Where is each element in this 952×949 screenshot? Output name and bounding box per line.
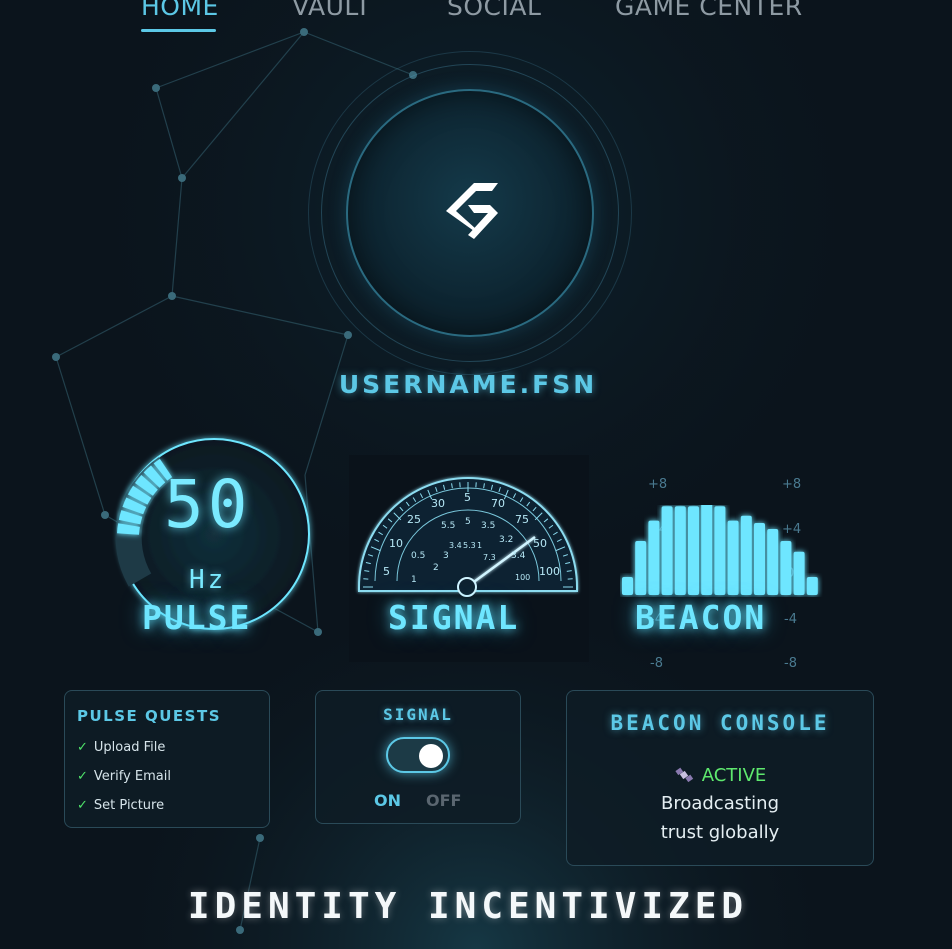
beacon-bar <box>793 551 805 595</box>
signal-toggle-panel: SIGNAL ON OFF <box>315 690 521 824</box>
top-nav: HOME VAULT SOCIAL GAME CENTER <box>0 0 952 36</box>
satellite-icon <box>675 767 693 783</box>
username: USERNAME.FSN <box>338 370 598 399</box>
signal-tick-label: 30 <box>431 497 445 510</box>
signal-scale: 5 1 10 25 30 5 70 75 50 100 2 0.5 3 5.5 … <box>349 455 589 615</box>
nav-home[interactable]: HOME <box>141 0 219 21</box>
pulse-quests-panel: PULSE QUESTS ✓ Upload File ✓ Verify Email … <box>64 690 270 828</box>
signal-tick-label: 5 <box>383 565 390 578</box>
pulse-value: 50 <box>164 466 252 543</box>
quest-label: Verify Email <box>93 769 171 784</box>
signal-tick-label: 75 <box>515 513 529 526</box>
signal-tick-label: 0.5 <box>411 551 426 561</box>
beacon-scale-label: -8 <box>784 656 797 671</box>
toggle-on-label[interactable]: ON <box>374 791 401 810</box>
beacon-console-panel: BEACON CONSOLE ACTIVE Broadcasting trust… <box>566 690 874 866</box>
beacon-console-title: BEACON CONSOLE <box>610 711 830 735</box>
pulse-label: PULSE <box>142 598 252 637</box>
fsn-logo-icon <box>446 183 498 239</box>
toggle-off-label[interactable]: OFF <box>426 791 461 810</box>
signal-tick-label: 3.5 <box>481 521 496 531</box>
beacon-status: ACTIVE <box>567 765 873 786</box>
signal-tick-label: 5.5 <box>441 521 456 531</box>
signal-tick-label: 1 <box>411 575 417 585</box>
quest-label: Upload File <box>93 740 166 755</box>
signal-tick-label: 3.4 <box>511 551 526 561</box>
signal-tick-label: 5 <box>465 517 471 527</box>
tagline: IDENTITY INCENTIVIZED <box>187 886 749 927</box>
quests-title: PULSE QUESTS <box>77 707 222 725</box>
signal-tick-label: 10 <box>389 537 403 550</box>
beacon-bar <box>701 505 713 595</box>
quest-item: ✓ Verify Email <box>77 769 171 784</box>
beacon-label: BEACON <box>635 598 767 637</box>
check-icon: ✓ <box>77 769 88 784</box>
signal-label: SIGNAL <box>388 598 520 637</box>
pulse-unit: Hz <box>189 565 227 595</box>
beacon-bar <box>727 520 739 595</box>
beacon-bar <box>648 520 660 595</box>
signal-tick-label: 2 <box>433 563 439 573</box>
beacon-scale-label: +8 <box>782 477 802 492</box>
beacon-scale-label: -8 <box>650 656 663 671</box>
beacon-scale-label: -4 <box>784 612 797 627</box>
beacon-gauge <box>622 505 818 595</box>
avatar[interactable] <box>308 51 632 375</box>
signal-tick-label: 7.3 <box>483 553 496 562</box>
beacon-bar <box>740 515 752 595</box>
nav-social[interactable]: SOCIAL <box>447 0 541 21</box>
toggle-knob <box>419 744 443 768</box>
beacon-bar <box>767 529 779 595</box>
nav-game-center[interactable]: GAME CENTER <box>615 0 803 21</box>
check-icon: ✓ <box>77 798 88 813</box>
quest-item: ✓ Upload File <box>77 740 165 755</box>
beacon-bar <box>635 541 647 595</box>
signal-tick-label: 100 <box>515 573 531 582</box>
beacon-bar <box>754 523 765 595</box>
beacon-description-line1: Broadcasting <box>660 793 780 814</box>
beacon-bar <box>661 506 673 595</box>
signal-tick-label: 100 <box>539 565 560 578</box>
signal-panel-title: SIGNAL <box>383 705 453 724</box>
signal-tick-label: 5 <box>464 491 471 504</box>
beacon-description-line2: trust globally <box>660 822 780 843</box>
beacon-bar <box>780 541 792 595</box>
check-icon: ✓ <box>77 740 88 755</box>
beacon-status-text: ACTIVE <box>701 765 767 786</box>
beacon-bar <box>622 577 633 595</box>
beacon-scale-label: +8 <box>648 477 668 492</box>
signal-toggle[interactable] <box>386 737 450 773</box>
beacon-bar <box>674 506 686 595</box>
signal-tick-label: 50 <box>533 537 547 550</box>
signal-tick-label: 1 <box>477 541 483 550</box>
beacon-bar <box>806 577 818 595</box>
signal-tick-label: 3.4 <box>449 541 462 550</box>
beacon-bar <box>714 506 726 595</box>
nav-vault[interactable]: VAULT <box>292 0 371 21</box>
signal-tick-label: 3 <box>443 551 449 561</box>
signal-tick-label: 5.3 <box>463 541 476 550</box>
quest-label: Set Picture <box>93 798 165 813</box>
signal-tick-label: 25 <box>407 513 421 526</box>
nav-active-underline <box>141 29 216 32</box>
quest-item: ✓ Set Picture <box>77 798 164 813</box>
signal-tick-label: 3.2 <box>499 535 514 545</box>
signal-tick-label: 70 <box>491 497 505 510</box>
beacon-bar <box>688 506 699 595</box>
